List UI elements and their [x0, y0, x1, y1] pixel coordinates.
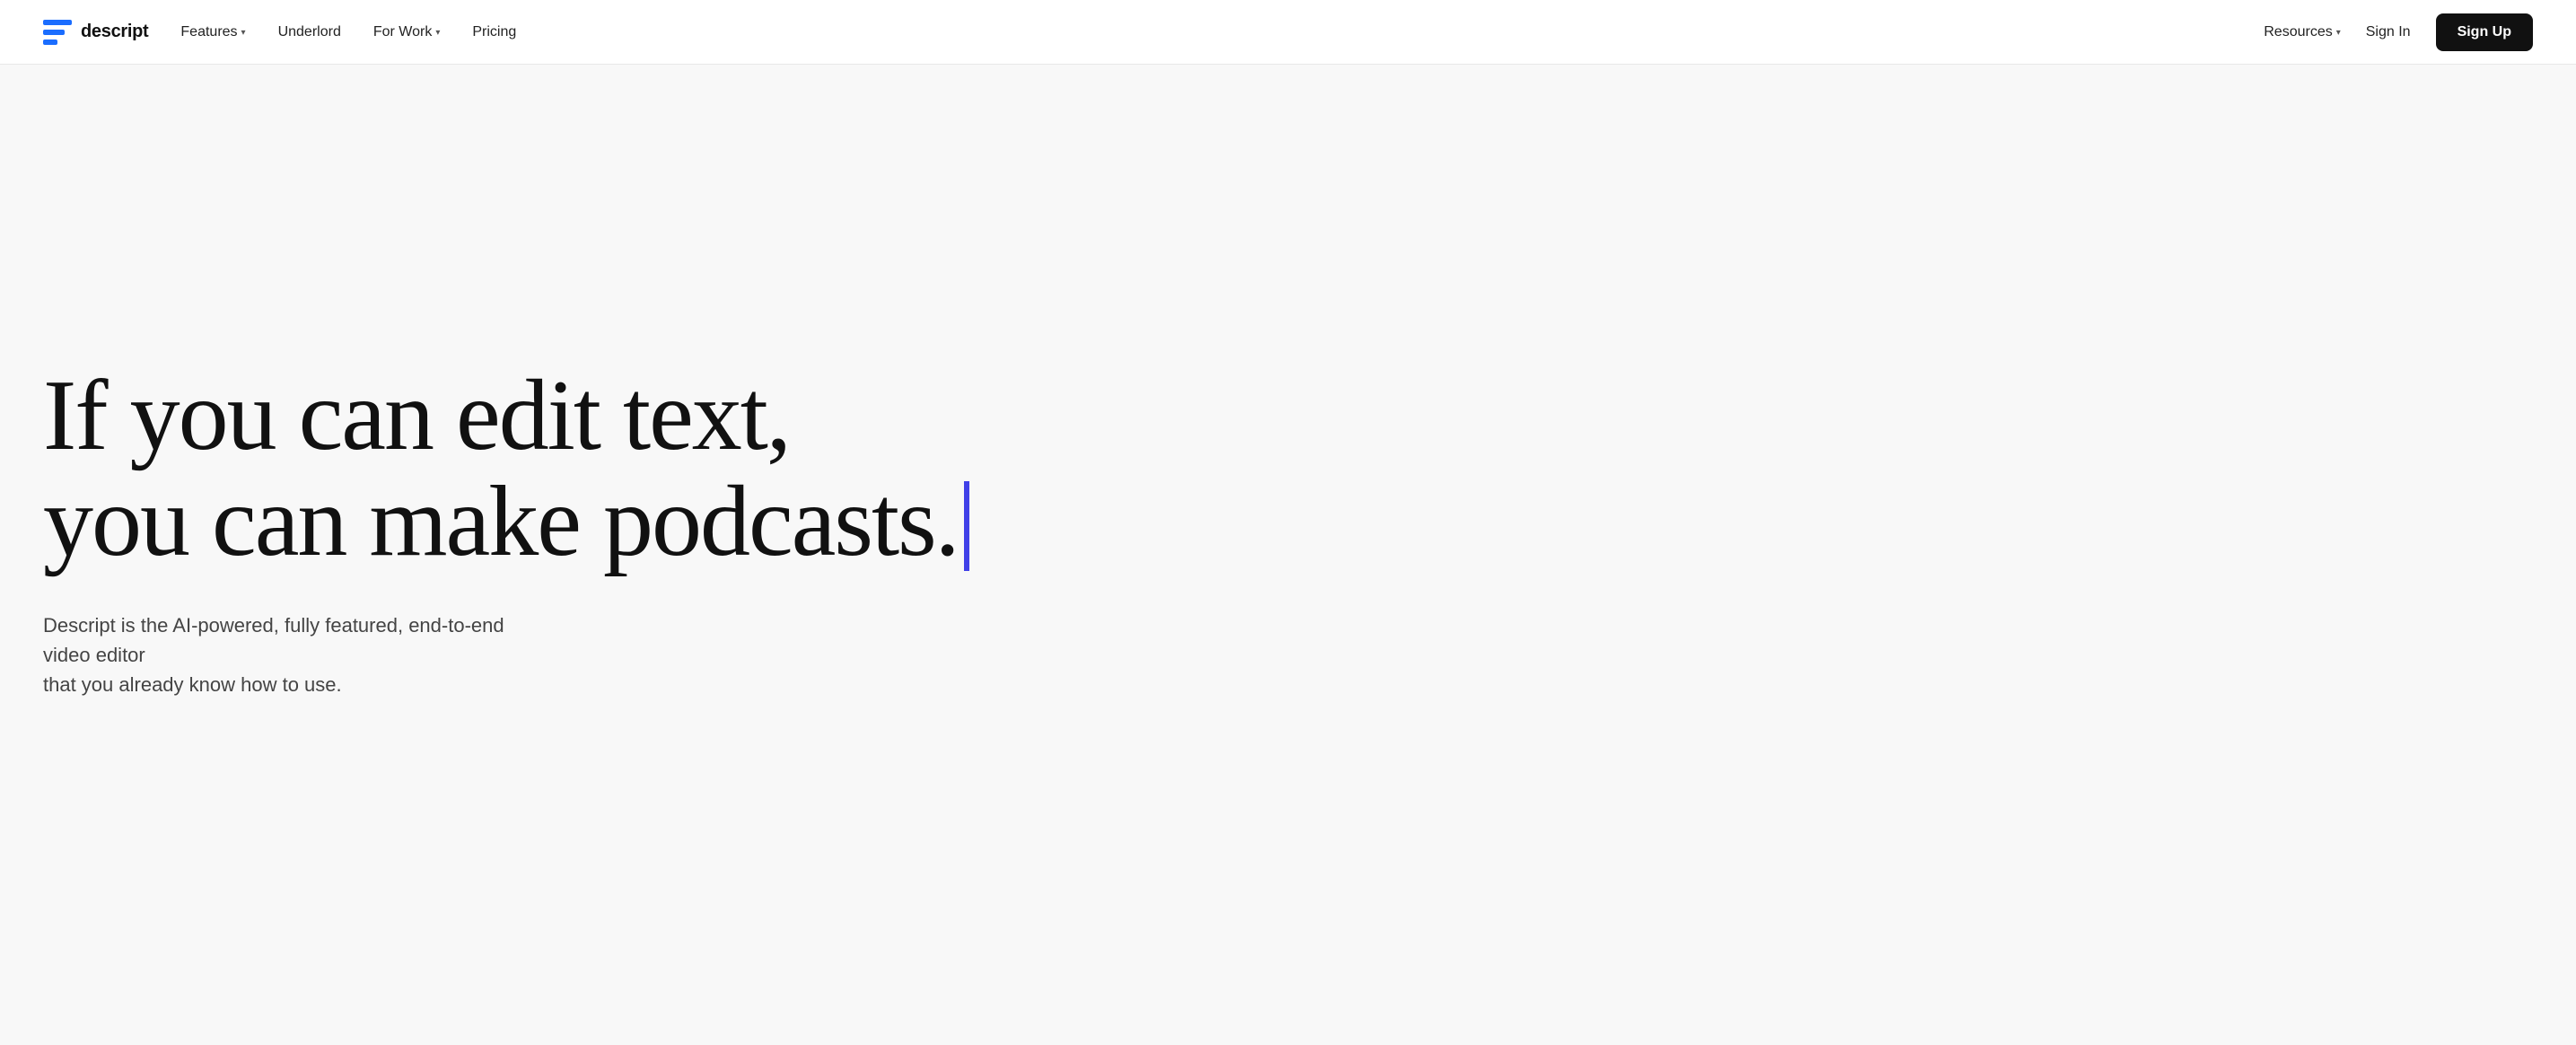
features-label: Features: [180, 24, 237, 40]
main-content: If you can edit text, you can make podca…: [0, 0, 2576, 980]
logo[interactable]: descript: [43, 20, 148, 45]
subtext-line-1: Descript is the AI-powered, fully featur…: [43, 614, 504, 666]
cursor-blink: [964, 481, 969, 571]
hero-headline: If you can edit text, you can make podca…: [43, 364, 1300, 575]
for-work-label: For Work: [373, 24, 432, 40]
nav-pricing[interactable]: Pricing: [472, 24, 516, 40]
nav-left: descript Features ▾ Underlord For Work ▾…: [43, 20, 2264, 45]
nav-right: Resources ▾ Sign In Sign Up: [2264, 13, 2533, 51]
nav-resources[interactable]: Resources ▾: [2264, 24, 2341, 40]
headline-text-2: you can make podcasts.: [43, 470, 959, 575]
resources-chevron: ▾: [2336, 28, 2341, 38]
navigation: descript Features ▾ Underlord For Work ▾…: [0, 0, 2576, 65]
headline-text-1: If you can edit text,: [43, 364, 790, 470]
headline-line-2: you can make podcasts.: [43, 470, 1300, 575]
sign-in-button[interactable]: Sign In: [2366, 24, 2411, 40]
headline-line-1: If you can edit text,: [43, 364, 1300, 470]
sign-up-button[interactable]: Sign Up: [2436, 13, 2533, 51]
hero-section: If you can edit text, you can make podca…: [43, 364, 1300, 699]
logo-icon: [43, 20, 72, 45]
nav-features[interactable]: Features ▾: [180, 24, 245, 40]
nav-for-work[interactable]: For Work ▾: [373, 24, 441, 40]
logo-text: descript: [81, 22, 148, 42]
nav-underlord[interactable]: Underlord: [278, 24, 341, 40]
features-chevron: ▾: [241, 28, 246, 38]
for-work-chevron: ▾: [435, 28, 440, 38]
subtext-line-2: that you already know how to use.: [43, 673, 342, 696]
underlord-label: Underlord: [278, 24, 341, 40]
pricing-label: Pricing: [472, 24, 516, 40]
resources-label: Resources: [2264, 24, 2332, 40]
hero-subtext: Descript is the AI-powered, fully featur…: [43, 610, 546, 699]
